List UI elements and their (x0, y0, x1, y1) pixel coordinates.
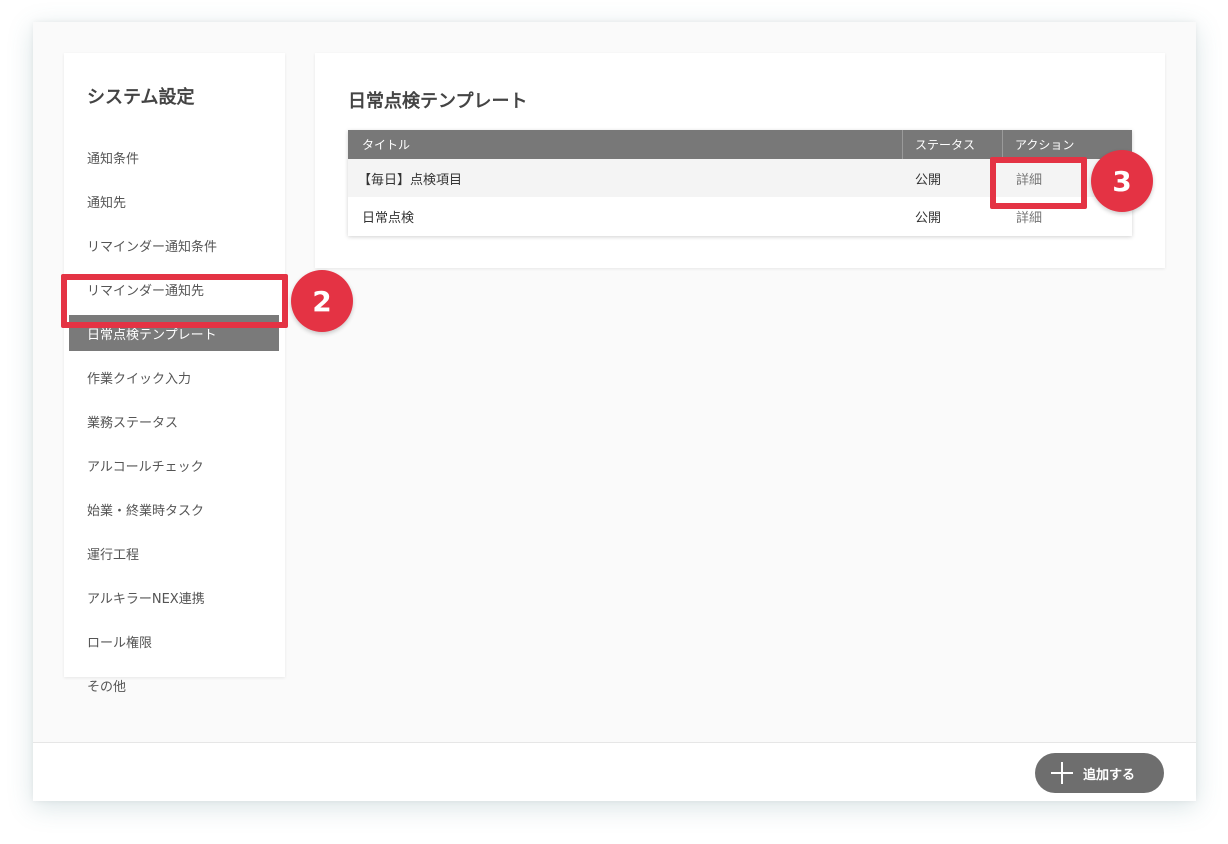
row-title: 日常点検 (362, 210, 415, 226)
sidebar-item-quick-work-input[interactable]: 作業クイック入力 (64, 359, 285, 395)
page-title: 日常点検テンプレート (348, 91, 528, 112)
sidebar-title: システム設定 (87, 87, 195, 108)
column-divider (902, 130, 903, 159)
table-header: タイトル ステータス アクション (348, 130, 1132, 159)
row-title: 【毎日】点検項目 (358, 172, 463, 188)
sidebar-item-notification-conditions[interactable]: 通知条件 (64, 139, 285, 175)
add-button[interactable]: 追加する (1035, 753, 1164, 793)
row-status: 公開 (915, 172, 942, 188)
sidebar-item-operation-process[interactable]: 運行工程 (64, 535, 285, 571)
sidebar-item-other[interactable]: その他 (64, 667, 285, 703)
row-status: 公開 (915, 210, 942, 226)
sidebar-item-start-end-tasks[interactable]: 始業・終業時タスク (64, 491, 285, 527)
column-header-action: アクション (1015, 138, 1075, 152)
sidebar-item-business-status[interactable]: 業務ステータス (64, 403, 285, 439)
step-3-badge: 3 (1091, 150, 1153, 212)
footer-bar: 追加する (33, 742, 1196, 801)
plus-icon (1051, 762, 1073, 784)
sidebar-item-notification-targets[interactable]: 通知先 (64, 183, 285, 219)
sidebar-highlight-frame (61, 274, 288, 328)
column-divider (1002, 130, 1003, 159)
sidebar-item-reminder-conditions[interactable]: リマインダー通知条件 (64, 227, 285, 263)
column-header-status: ステータス (915, 138, 976, 152)
step-2-badge: 2 (291, 270, 353, 332)
settings-sidebar: システム設定 通知条件 通知先 リマインダー通知条件 リマインダー通知先 日常点… (64, 53, 285, 695)
add-button-label: 追加する (1083, 767, 1136, 783)
app-window: システム設定 通知条件 通知先 リマインダー通知条件 リマインダー通知先 日常点… (33, 22, 1196, 801)
sidebar-item-role-permissions[interactable]: ロール権限 (64, 623, 285, 659)
detail-highlight-frame (990, 157, 1087, 209)
sidebar-item-alkiller-nex[interactable]: アルキラーNEX連携 (64, 579, 285, 615)
column-header-title: タイトル (362, 138, 411, 152)
sidebar-item-alcohol-check[interactable]: アルコールチェック (64, 447, 285, 483)
